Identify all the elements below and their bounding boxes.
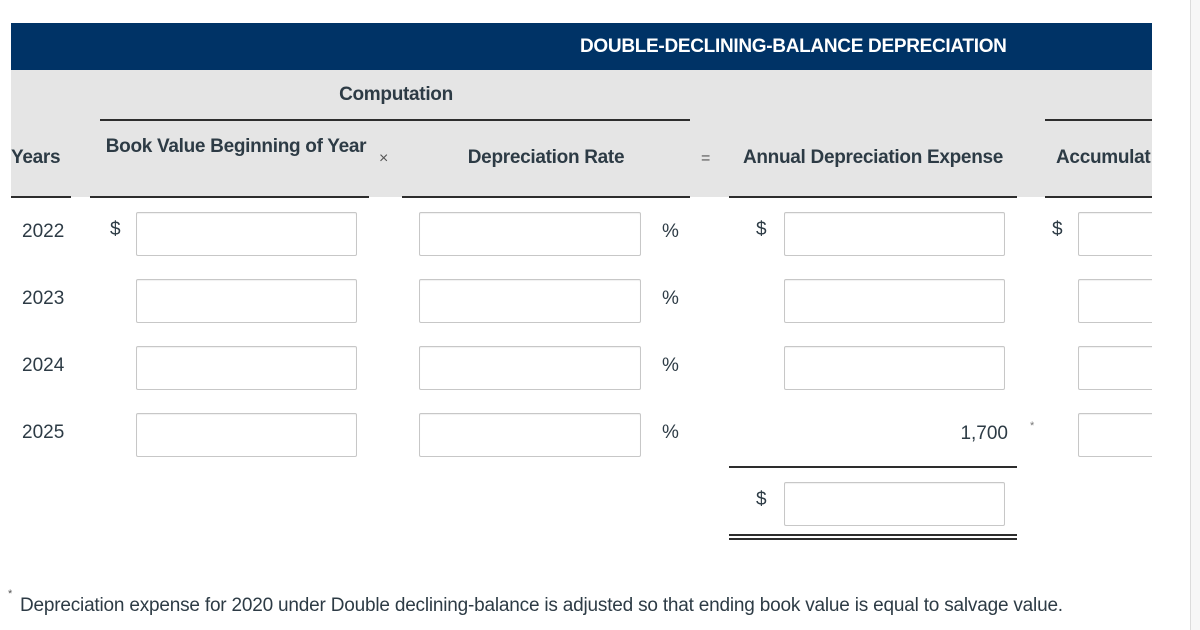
years-underline <box>11 196 71 198</box>
percent-sign: % <box>662 355 679 376</box>
computation-underline <box>100 119 690 121</box>
accumulated-input-2023[interactable] <box>1078 279 1152 323</box>
col-header-book-value: Book Value Beginning of Year <box>105 136 367 157</box>
accumulated-input-2025[interactable] <box>1078 413 1152 457</box>
percent-sign: % <box>662 422 679 443</box>
computation-group-header: Computation <box>339 84 453 105</box>
rate-underline <box>402 196 690 198</box>
accumulated-underline <box>1045 196 1152 198</box>
double-rule-bottom <box>729 538 1017 540</box>
equals-operator: = <box>701 150 711 167</box>
percent-sign: % <box>662 288 679 309</box>
scrollbar-track[interactable] <box>1190 0 1200 630</box>
col-header-accumulated: Accumulat <box>1056 147 1151 168</box>
double-rule-top <box>729 534 1017 536</box>
annual-underline <box>729 196 1017 198</box>
dollar-sign: $ <box>756 489 767 510</box>
col-header-annual: Annual Depreciation Expense <box>742 147 1004 168</box>
annual-expense-input-2022[interactable] <box>784 212 1005 256</box>
accumulated-input-2024[interactable] <box>1078 346 1152 390</box>
dollar-sign: $ <box>756 219 767 240</box>
table-title-bar: DOUBLE-DECLINING-BALANCE DEPRECIATION <box>11 23 1152 70</box>
year-label: 2023 <box>22 288 65 309</box>
year-label: 2022 <box>22 221 65 242</box>
footnote-marker: * <box>8 588 13 600</box>
annual-expense-2025-value: 1,700 <box>960 423 1008 444</box>
accumulated-overline <box>1045 119 1152 121</box>
table-title: DOUBLE-DECLINING-BALANCE DEPRECIATION <box>580 36 1007 57</box>
depreciation-table: DOUBLE-DECLINING-BALANCE DEPRECIATION Co… <box>0 0 1152 630</box>
book-value-underline <box>90 196 369 198</box>
footnote-marker: * <box>1030 420 1035 432</box>
book-value-input-2023[interactable] <box>136 279 357 323</box>
multiply-operator: × <box>379 150 389 167</box>
dollar-sign: $ <box>110 219 121 240</box>
rate-input-2022[interactable] <box>419 212 641 256</box>
annual-expense-total-input[interactable] <box>784 482 1005 526</box>
total-rule <box>729 466 1017 468</box>
rate-input-2024[interactable] <box>419 346 641 390</box>
book-value-input-2025[interactable] <box>136 413 357 457</box>
year-label: 2024 <box>22 355 65 376</box>
annual-expense-input-2024[interactable] <box>784 346 1005 390</box>
accumulated-input-2022[interactable] <box>1078 212 1152 256</box>
year-label: 2025 <box>22 422 65 443</box>
book-value-input-2024[interactable] <box>136 346 357 390</box>
annual-expense-input-2023[interactable] <box>784 279 1005 323</box>
col-header-years: Years <box>11 147 61 168</box>
dollar-sign: $ <box>1052 219 1063 240</box>
rate-input-2023[interactable] <box>419 279 641 323</box>
book-value-input-2022[interactable] <box>136 212 357 256</box>
footnote-text: Depreciation expense for 2020 under Doub… <box>20 595 1063 616</box>
col-header-rate: Depreciation Rate <box>467 147 625 168</box>
rate-input-2025[interactable] <box>419 413 641 457</box>
percent-sign: % <box>662 221 679 242</box>
